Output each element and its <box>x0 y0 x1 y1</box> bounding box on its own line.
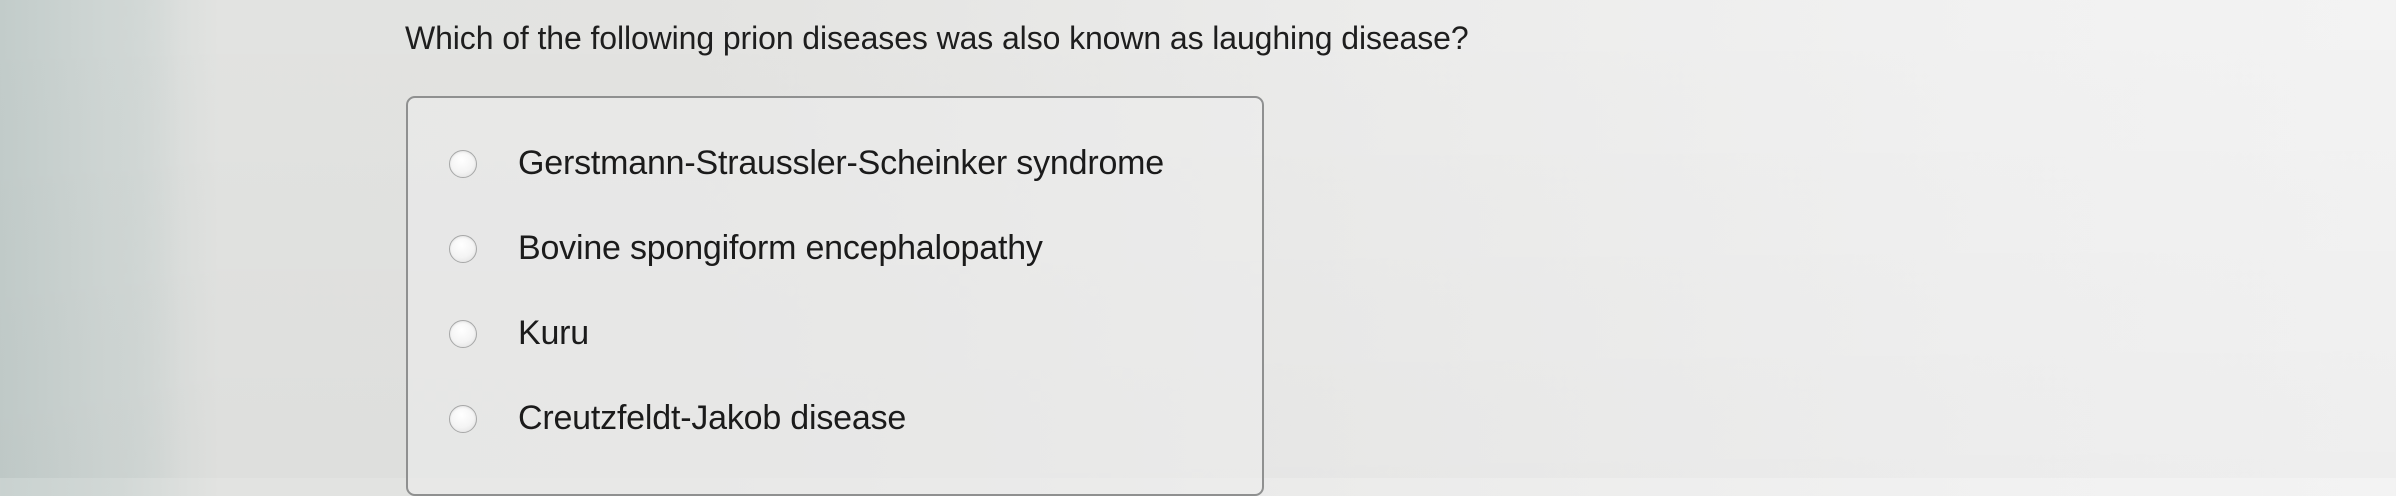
radio-button[interactable] <box>449 235 477 263</box>
answer-option-label[interactable]: Gerstmann-Straussler-Scheinker syndrome <box>518 144 1164 183</box>
question-text: Which of the following prion diseases wa… <box>405 20 1469 56</box>
radio-button[interactable] <box>449 405 477 433</box>
answer-option-label[interactable]: Creutzfeldt-Jakob disease <box>518 399 906 438</box>
radio-button[interactable] <box>449 150 477 178</box>
radio-button[interactable] <box>449 320 477 348</box>
answer-option-label[interactable]: Bovine spongiform encephalopathy <box>518 229 1043 268</box>
answer-option-label[interactable]: Kuru <box>518 314 589 353</box>
